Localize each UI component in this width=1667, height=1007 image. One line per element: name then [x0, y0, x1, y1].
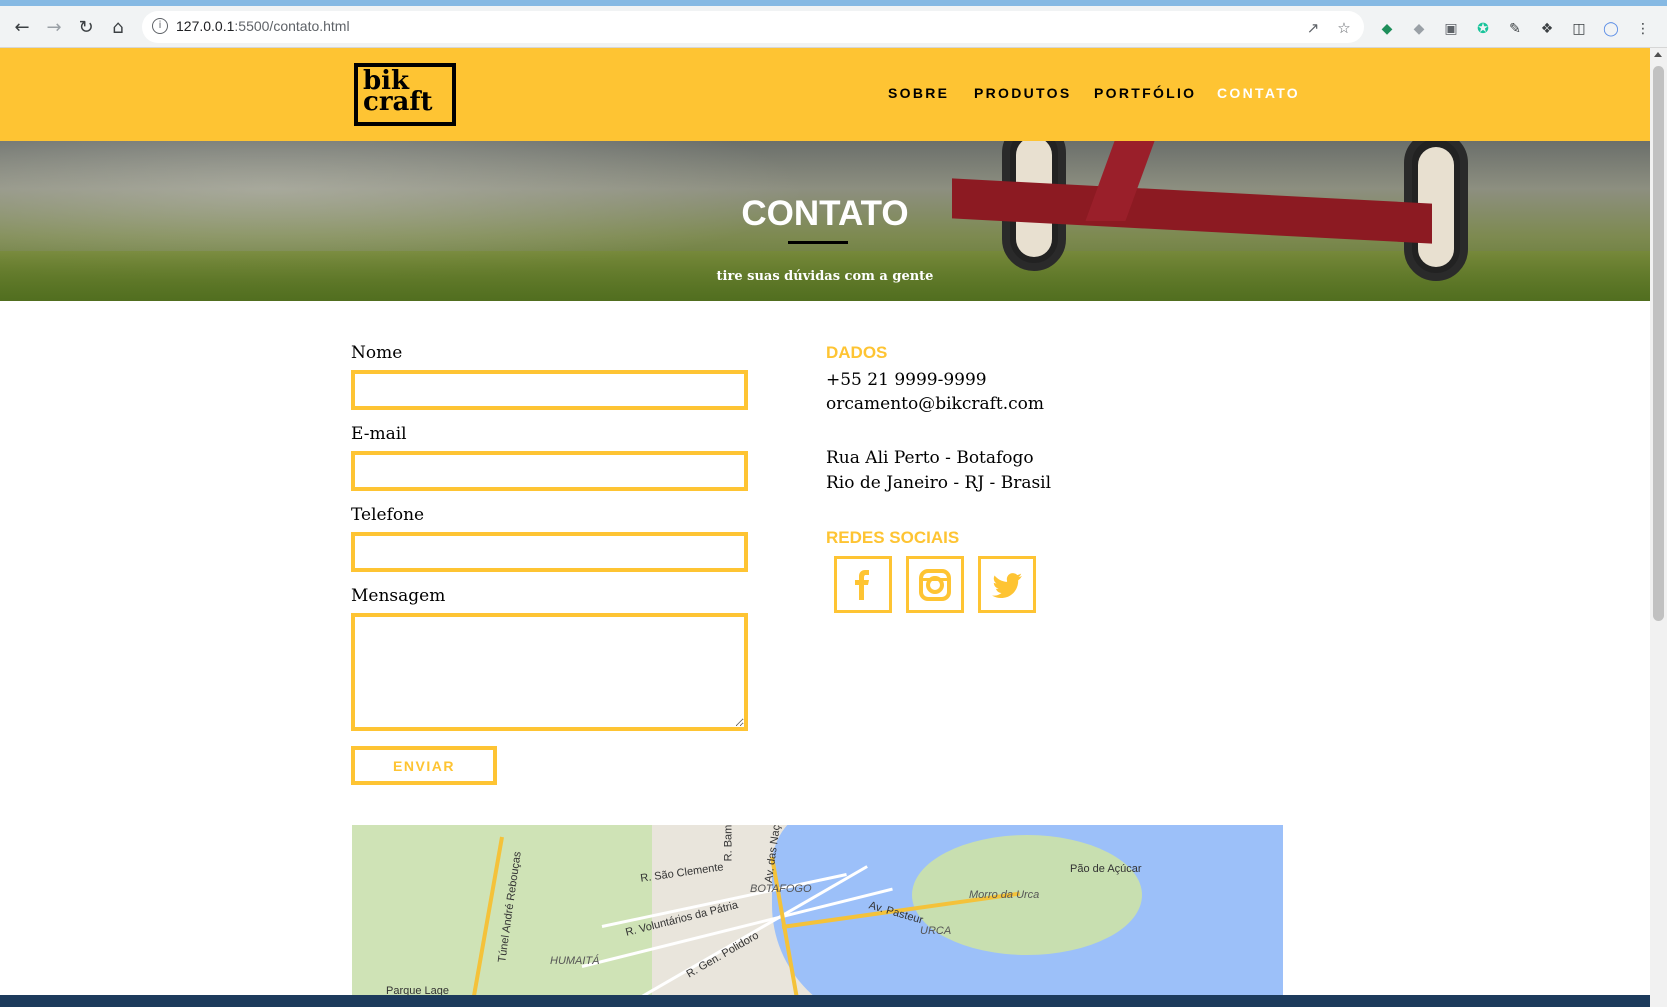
back-arrow-icon[interactable]: ← [9, 15, 35, 41]
scrollbar-thumb[interactable] [1653, 66, 1664, 621]
twitter-icon [992, 573, 1022, 599]
facebook-link[interactable] [834, 556, 892, 613]
email-input[interactable] [351, 451, 748, 491]
browser-menu-icon[interactable]: ⋮ [1634, 20, 1652, 38]
name-label: Nome [351, 343, 403, 363]
map-label: R. São Clemente [639, 861, 725, 885]
map-label: Morro da Urca [969, 889, 1040, 901]
nav-sobre[interactable]: SOBRE [888, 85, 949, 101]
scroll-up-arrow-icon[interactable] [1654, 52, 1662, 57]
eyedropper-extension-icon[interactable]: ✎ [1506, 20, 1524, 38]
tool-extension-icon[interactable]: ✪ [1474, 20, 1492, 38]
contact-email: orcamento@bikcraft.com [826, 394, 1045, 414]
location-map[interactable]: R. São Clemente R. Voluntários da Pátria… [352, 825, 1283, 995]
map-label: BOTAFOGO [750, 883, 812, 895]
reload-icon[interactable]: ↻ [73, 15, 99, 41]
contact-phone: +55 21 9999-9999 [826, 370, 987, 390]
address-line-1: Rua Ali Perto - Botafogo [826, 448, 1034, 468]
browser-toolbar: ← → ↻ ⌂ i 127.0.0.1:5500/contato.html ↗ … [0, 6, 1667, 48]
site-header: bik craft SOBRE PRODUTOS PORTFÓLIO CONTA… [0, 48, 1650, 141]
page-title: CONTATO [741, 194, 909, 233]
vpn-extension-icon[interactable]: ◆ [1410, 20, 1428, 38]
map-label: URCA [920, 925, 952, 937]
shield-extension-icon[interactable]: ◆ [1378, 20, 1396, 38]
address-bar[interactable]: i 127.0.0.1:5500/contato.html ↗ ☆ [142, 11, 1364, 43]
profile-avatar-icon[interactable]: ◯ [1602, 20, 1620, 38]
puzzle-extensions-icon[interactable]: ❖ [1538, 20, 1556, 38]
nav-portfolio[interactable]: PORTFÓLIO [1094, 85, 1196, 101]
send-button[interactable]: ENVIAR [351, 746, 497, 785]
message-textarea[interactable] [351, 613, 748, 731]
phone-input[interactable] [351, 532, 748, 572]
nav-produtos[interactable]: PRODUTOS [974, 85, 1072, 101]
address-line-2: Rio de Janeiro - RJ - Brasil [826, 473, 1052, 493]
twitter-link[interactable] [978, 556, 1036, 613]
logo-line-2: craft [363, 87, 433, 117]
phone-label: Telefone [351, 505, 425, 525]
address-url: 127.0.0.1:5500/contato.html [176, 18, 350, 34]
map-park [352, 825, 652, 995]
page-scrollbar[interactable] [1650, 48, 1667, 1007]
map-label: Parque Lage [386, 985, 449, 995]
social-heading: REDES SOCIAIS [826, 528, 960, 547]
hero-banner: CONTATO tire suas dúvidas com a gente [0, 141, 1650, 301]
map-label: HUMAITÁ [550, 955, 600, 967]
map-label: Pão de Açúcar [1070, 863, 1142, 875]
desktop-taskbar-edge [0, 995, 1650, 1007]
email-label: E-mail [351, 424, 407, 444]
name-input[interactable] [351, 370, 748, 410]
screenshot-extension-icon[interactable]: ▣ [1442, 20, 1460, 38]
bikcraft-logo[interactable]: bik craft [354, 63, 456, 126]
page-subtitle: tire suas dúvidas com a gente [716, 269, 934, 284]
message-label: Mensagem [351, 586, 446, 606]
map-label: R. Bam [722, 825, 735, 862]
instagram-icon [919, 569, 951, 601]
title-underline [788, 241, 848, 244]
forward-arrow-icon[interactable]: → [41, 15, 67, 41]
dados-heading: DADOS [826, 343, 888, 362]
nav-contato[interactable]: CONTATO [1217, 85, 1300, 101]
share-icon[interactable]: ↗ [1304, 19, 1322, 37]
instagram-link[interactable] [906, 556, 964, 613]
facebook-icon [855, 570, 869, 600]
site-info-icon[interactable]: i [152, 18, 168, 34]
bookmark-star-icon[interactable]: ☆ [1335, 19, 1353, 37]
home-icon[interactable]: ⌂ [105, 15, 131, 41]
side-panel-icon[interactable]: ◫ [1570, 20, 1588, 38]
